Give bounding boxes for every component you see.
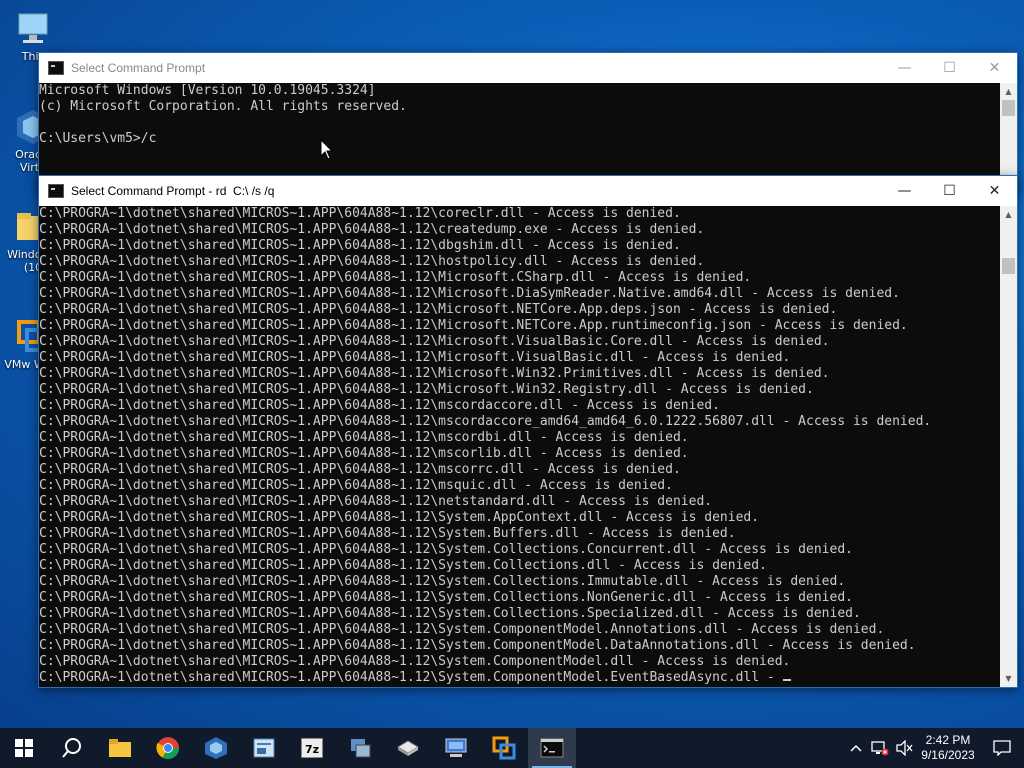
console-line: C:\PROGRA~1\dotnet\shared\MICROS~1.APP\6…	[39, 318, 908, 333]
start-button[interactable]	[0, 728, 48, 768]
taskbar-virtualbox[interactable]	[192, 728, 240, 768]
console-line: C:\PROGRA~1\dotnet\shared\MICROS~1.APP\6…	[39, 366, 830, 381]
taskbar-7zip[interactable]: 7z	[288, 728, 336, 768]
console-line: C:\PROGRA~1\dotnet\shared\MICROS~1.APP\6…	[39, 574, 846, 589]
taskbar-command-prompt[interactable]	[528, 728, 576, 768]
taskbar-remote-desktop[interactable]	[432, 728, 480, 768]
clock-time: 2:42 PM	[925, 733, 971, 747]
console-line: C:\PROGRA~1\dotnet\shared\MICROS~1.APP\6…	[39, 542, 853, 557]
cmd-icon	[48, 61, 64, 75]
volume-tray-button[interactable]	[892, 728, 916, 768]
network-tool-icon	[351, 739, 371, 758]
scroll-up-arrow[interactable]: ▲	[1000, 83, 1017, 100]
console-line: C:\PROGRA~1\dotnet\shared\MICROS~1.APP\6…	[39, 206, 681, 221]
console-line: C:\PROGRA~1\dotnet\shared\MICROS~1.APP\6…	[39, 238, 681, 253]
visual-studio-icon	[253, 738, 275, 758]
clock-date: 9/16/2023	[921, 748, 975, 762]
console-line: C:\PROGRA~1\dotnet\shared\MICROS~1.APP\6…	[39, 254, 705, 269]
title-bar[interactable]: Select Command Prompt — ☐ ✕	[39, 53, 1017, 83]
clock[interactable]: 2:42 PM 9/16/2023	[916, 733, 980, 763]
console-line: C:\PROGRA~1\dotnet\shared\MICROS~1.APP\6…	[39, 430, 689, 445]
scroll-thumb[interactable]	[1002, 258, 1015, 274]
console-line: C:\PROGRA~1\dotnet\shared\MICROS~1.APP\6…	[39, 622, 885, 637]
scroll-up-arrow[interactable]: ▲	[1000, 206, 1017, 223]
console-line: C:\PROGRA~1\dotnet\shared\MICROS~1.APP\6…	[39, 510, 760, 525]
console-line: C:\PROGRA~1\dotnet\shared\MICROS~1.APP\6…	[39, 478, 673, 493]
notification-icon	[993, 740, 1011, 756]
search-button[interactable]	[48, 728, 96, 768]
minimize-button[interactable]: —	[882, 176, 927, 206]
vmware-icon	[492, 736, 516, 760]
network-tray-button[interactable]	[868, 728, 892, 768]
virtualbox-icon	[205, 737, 227, 759]
network-icon	[871, 741, 889, 756]
taskbar-vmware[interactable]	[480, 728, 528, 768]
7zip-icon: 7z	[300, 737, 324, 759]
scroll-down-arrow[interactable]: ▼	[1000, 670, 1017, 687]
show-hidden-icons-button[interactable]	[844, 728, 868, 768]
console-line: C:\PROGRA~1\dotnet\shared\MICROS~1.APP\6…	[39, 334, 830, 349]
console-line: C:\PROGRA~1\dotnet\shared\MICROS~1.APP\6…	[39, 590, 853, 605]
system-tray: 2:42 PM 9/16/2023	[844, 728, 1024, 768]
file-explorer-icon	[109, 739, 131, 757]
minimize-button[interactable]: —	[882, 53, 927, 83]
scrollbar[interactable]: ▲ ▼	[1000, 206, 1017, 687]
console-line: C:\PROGRA~1\dotnet\shared\MICROS~1.APP\6…	[39, 286, 900, 301]
window-title: Select Command Prompt	[71, 61, 206, 75]
console-line: C:\PROGRA~1\dotnet\shared\MICROS~1.APP\6…	[39, 654, 791, 669]
chevron-up-icon	[850, 744, 862, 752]
console-line: C:\Users\vm5>/c	[39, 131, 157, 146]
console-line: C:\PROGRA~1\dotnet\shared\MICROS~1.APP\6…	[39, 414, 932, 429]
window-title: Select Command Prompt - rd C:\ /s /q	[71, 184, 275, 198]
taskbar-visual-studio[interactable]	[240, 728, 288, 768]
desktop: This Oracle Virtu Windo SE (10 VMw Work …	[0, 0, 1024, 728]
console-line: C:\PROGRA~1\dotnet\shared\MICROS~1.APP\6…	[39, 222, 705, 237]
console-line: C:\PROGRA~1\dotnet\shared\MICROS~1.APP\6…	[39, 462, 681, 477]
console-line: C:\PROGRA~1\dotnet\shared\MICROS~1.APP\6…	[39, 350, 791, 365]
console-line: C:\PROGRA~1\dotnet\shared\MICROS~1.APP\6…	[39, 446, 689, 461]
maximize-button[interactable]: ☐	[927, 176, 972, 206]
action-center-button[interactable]	[980, 728, 1024, 768]
taskbar-drive[interactable]	[384, 728, 432, 768]
drive-icon	[397, 740, 419, 756]
cmd-window-back[interactable]: Select Command Prompt — ☐ ✕ Microsoft Wi…	[38, 52, 1018, 194]
maximize-button[interactable]: ☐	[927, 53, 972, 83]
scroll-thumb[interactable]	[1002, 100, 1015, 116]
console-line: C:\PROGRA~1\dotnet\shared\MICROS~1.APP\6…	[39, 638, 916, 653]
monitor-icon	[13, 8, 53, 48]
cmd-icon	[48, 184, 64, 198]
console-line: C:\PROGRA~1\dotnet\shared\MICROS~1.APP\6…	[39, 670, 1000, 686]
console-line: (c) Microsoft Corporation. All rights re…	[39, 99, 407, 114]
text-cursor	[782, 679, 791, 681]
taskbar: 7z 2:42 PM 9/16/2023	[0, 728, 1024, 768]
title-bar[interactable]: Select Command Prompt - rd C:\ /s /q — ☐…	[39, 176, 1017, 206]
svg-text:7z: 7z	[305, 743, 319, 756]
console-line: C:\PROGRA~1\dotnet\shared\MICROS~1.APP\6…	[39, 302, 838, 317]
console-line: C:\PROGRA~1\dotnet\shared\MICROS~1.APP\6…	[39, 270, 752, 285]
console-line: C:\PROGRA~1\dotnet\shared\MICROS~1.APP\6…	[39, 398, 720, 413]
close-button[interactable]: ✕	[972, 176, 1017, 206]
console-line: Microsoft Windows [Version 10.0.19045.33…	[39, 83, 376, 98]
volume-muted-icon	[896, 740, 913, 756]
cmd-window-front[interactable]: Select Command Prompt - rd C:\ /s /q — ☐…	[38, 175, 1018, 688]
console-line: C:\PROGRA~1\dotnet\shared\MICROS~1.APP\6…	[39, 558, 767, 573]
windows-logo-icon	[15, 739, 33, 757]
console-line: C:\PROGRA~1\dotnet\shared\MICROS~1.APP\6…	[39, 494, 713, 509]
console-line: C:\PROGRA~1\dotnet\shared\MICROS~1.APP\6…	[39, 606, 861, 621]
console-line: C:\PROGRA~1\dotnet\shared\MICROS~1.APP\6…	[39, 382, 814, 397]
taskbar-file-explorer[interactable]	[96, 728, 144, 768]
remote-desktop-icon	[445, 738, 467, 757]
console-line: C:\PROGRA~1\dotnet\shared\MICROS~1.APP\6…	[39, 526, 736, 541]
chrome-icon	[156, 737, 179, 759]
console-output[interactable]: C:\PROGRA~1\dotnet\shared\MICROS~1.APP\6…	[39, 206, 1000, 687]
search-icon	[62, 738, 81, 758]
taskbar-chrome[interactable]	[144, 728, 192, 768]
close-button[interactable]: ✕	[972, 53, 1017, 83]
taskbar-network-tool[interactable]	[336, 728, 384, 768]
command-prompt-icon	[540, 738, 564, 758]
mouse-pointer-icon	[320, 139, 334, 160]
